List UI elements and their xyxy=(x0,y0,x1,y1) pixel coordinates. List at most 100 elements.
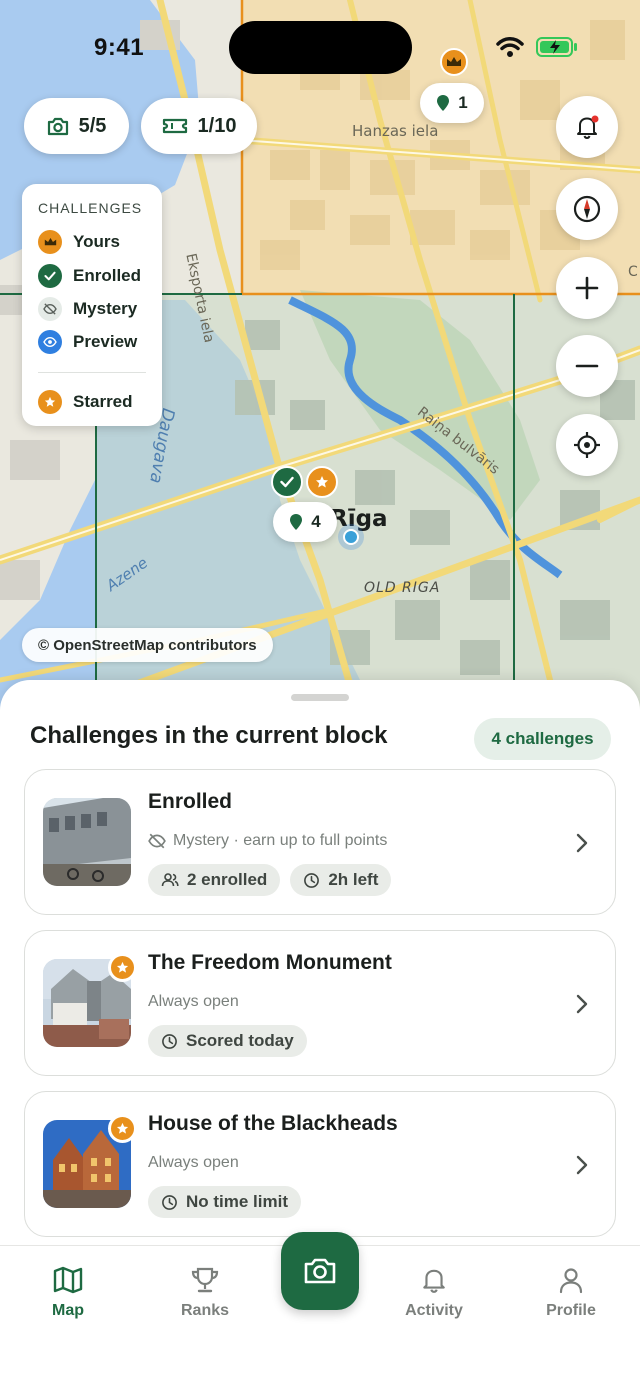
star-icon xyxy=(116,1122,129,1134)
street-label-hanzas: Hanzas iela xyxy=(352,122,439,140)
map-icon xyxy=(53,1266,83,1294)
status-bar: 9:41 xyxy=(0,0,640,96)
challenge-chips: Scored today xyxy=(148,1025,307,1057)
clock-icon xyxy=(162,1033,177,1049)
challenge-subtitle-text: Always open xyxy=(148,1154,239,1171)
legend-item-label: Preview xyxy=(73,332,138,351)
scored-today-chip: Scored today xyxy=(148,1025,307,1057)
eye-off-icon xyxy=(148,833,166,849)
challenge-subtitle: Always open xyxy=(148,993,239,1011)
chip-label: No time limit xyxy=(186,1192,289,1211)
tab-activity[interactable]: Activity xyxy=(379,1266,489,1320)
ticket-icon xyxy=(162,118,187,134)
locate-me-button[interactable] xyxy=(556,414,618,476)
no-time-limit-chip: No time limit xyxy=(148,1186,302,1218)
dynamic-island xyxy=(229,21,412,74)
plus-icon xyxy=(575,276,599,300)
starred-marker[interactable] xyxy=(306,466,338,498)
enrolled-count-chip: 2 enrolled xyxy=(148,864,281,896)
challenges-sheet: Challenges in the current block 4 challe… xyxy=(0,680,640,1246)
street-label-edge: C xyxy=(628,264,638,280)
trophy-icon xyxy=(191,1267,219,1293)
tab-label: Profile xyxy=(546,1302,596,1319)
pin-count-center-value: 4 xyxy=(311,512,321,531)
challenge-title: Enrolled xyxy=(148,790,233,813)
legend-divider xyxy=(38,372,146,373)
notifications-button[interactable] xyxy=(556,96,618,158)
map-attribution[interactable]: © OpenStreetMap contributors xyxy=(22,628,273,662)
starred-badge xyxy=(108,953,137,982)
challenge-title: House of the Blackheads xyxy=(148,1112,398,1135)
chip-label: 2h left xyxy=(328,870,379,889)
map-pin-icon xyxy=(437,95,450,111)
photo-counter-value: 5/5 xyxy=(78,114,107,137)
challenge-card-freedom-monument[interactable]: The Freedom Monument Always open Scored … xyxy=(24,930,616,1076)
challenges-legend: CHALLENGES Yours Enrolled Mystery Previe… xyxy=(22,184,162,426)
camera-icon xyxy=(47,117,68,136)
challenge-card-enrolled[interactable]: Enrolled Mystery · earn up to full point… xyxy=(24,769,616,915)
tab-ranks[interactable]: Ranks xyxy=(150,1266,260,1320)
star-icon xyxy=(316,476,328,488)
legend-item-yours: Yours xyxy=(38,230,120,254)
zoom-in-button[interactable] xyxy=(556,257,618,319)
camera-icon xyxy=(304,1258,336,1284)
minus-icon xyxy=(575,364,599,368)
bell-icon xyxy=(577,115,599,140)
pin-count-top-value: 1 xyxy=(458,93,468,112)
pin-count-marker-center[interactable]: 4 xyxy=(273,502,337,542)
crosshair-icon xyxy=(574,432,600,458)
tab-label: Activity xyxy=(405,1302,463,1319)
chip-label: 2 enrolled xyxy=(187,870,268,889)
compass-button[interactable] xyxy=(556,178,618,240)
tab-label: Map xyxy=(52,1302,84,1319)
star-icon xyxy=(116,961,129,973)
challenge-thumbnail xyxy=(43,798,131,886)
eye-icon xyxy=(38,330,62,354)
legend-item-starred: Starred xyxy=(38,390,133,414)
chip-label: Scored today xyxy=(186,1031,294,1050)
wifi-icon xyxy=(496,37,524,57)
challenge-card-house-of-blackheads[interactable]: House of the Blackheads Always open No t… xyxy=(24,1091,616,1237)
chevron-right-icon xyxy=(576,833,588,853)
tab-profile[interactable]: Profile xyxy=(516,1266,626,1320)
clock-icon xyxy=(304,872,320,888)
sheet-drag-handle[interactable] xyxy=(291,694,349,701)
check-icon xyxy=(38,264,62,288)
tab-label: Ranks xyxy=(180,1302,230,1319)
clock-icon xyxy=(162,1194,177,1210)
challenge-chips: 2 enrolled 2h left xyxy=(148,864,392,896)
challenge-chips: No time limit xyxy=(148,1186,302,1218)
check-icon xyxy=(280,476,294,488)
chevron-right-icon xyxy=(576,994,588,1014)
photo-counter[interactable]: 5/5 xyxy=(24,98,129,154)
map-pin-icon xyxy=(290,514,303,530)
legend-item-label: Mystery xyxy=(73,299,138,318)
bell-icon xyxy=(423,1269,445,1293)
tab-map[interactable]: Map xyxy=(13,1266,123,1320)
legend-item-preview: Preview xyxy=(38,330,137,354)
challenge-subtitle: Mystery · earn up to full points xyxy=(148,832,387,850)
zoom-out-button[interactable] xyxy=(556,335,618,397)
map-view[interactable]: Hanzas iela Eksporta iela Raiņa bulvāris… xyxy=(0,0,640,720)
crown-icon xyxy=(38,230,62,254)
district-label-old-riga: OLD RIGA xyxy=(364,580,441,596)
challenge-count-badge: 4 challenges xyxy=(474,718,611,760)
status-time: 9:41 xyxy=(94,34,145,61)
enrolled-marker[interactable] xyxy=(271,466,303,498)
users-icon xyxy=(161,873,179,887)
challenge-subtitle-text: Mystery · earn up to full points xyxy=(173,832,388,849)
challenge-title: The Freedom Monument xyxy=(148,951,392,974)
user-location-dot xyxy=(338,524,364,550)
legend-item-label: Yours xyxy=(73,232,120,251)
challenge-subtitle: Always open xyxy=(148,1154,239,1172)
challenge-subtitle-text: Always open xyxy=(148,993,239,1010)
legend-item-label: Starred xyxy=(73,392,133,411)
starred-badge xyxy=(108,1114,137,1143)
ticket-counter[interactable]: 1/10 xyxy=(141,98,257,154)
legend-item-enrolled: Enrolled xyxy=(38,264,141,288)
capture-photo-button[interactable] xyxy=(281,1232,359,1310)
ticket-counter-value: 1/10 xyxy=(197,114,237,137)
star-icon xyxy=(38,390,62,414)
legend-item-mystery: Mystery xyxy=(38,297,137,321)
legend-item-label: Enrolled xyxy=(73,266,142,285)
